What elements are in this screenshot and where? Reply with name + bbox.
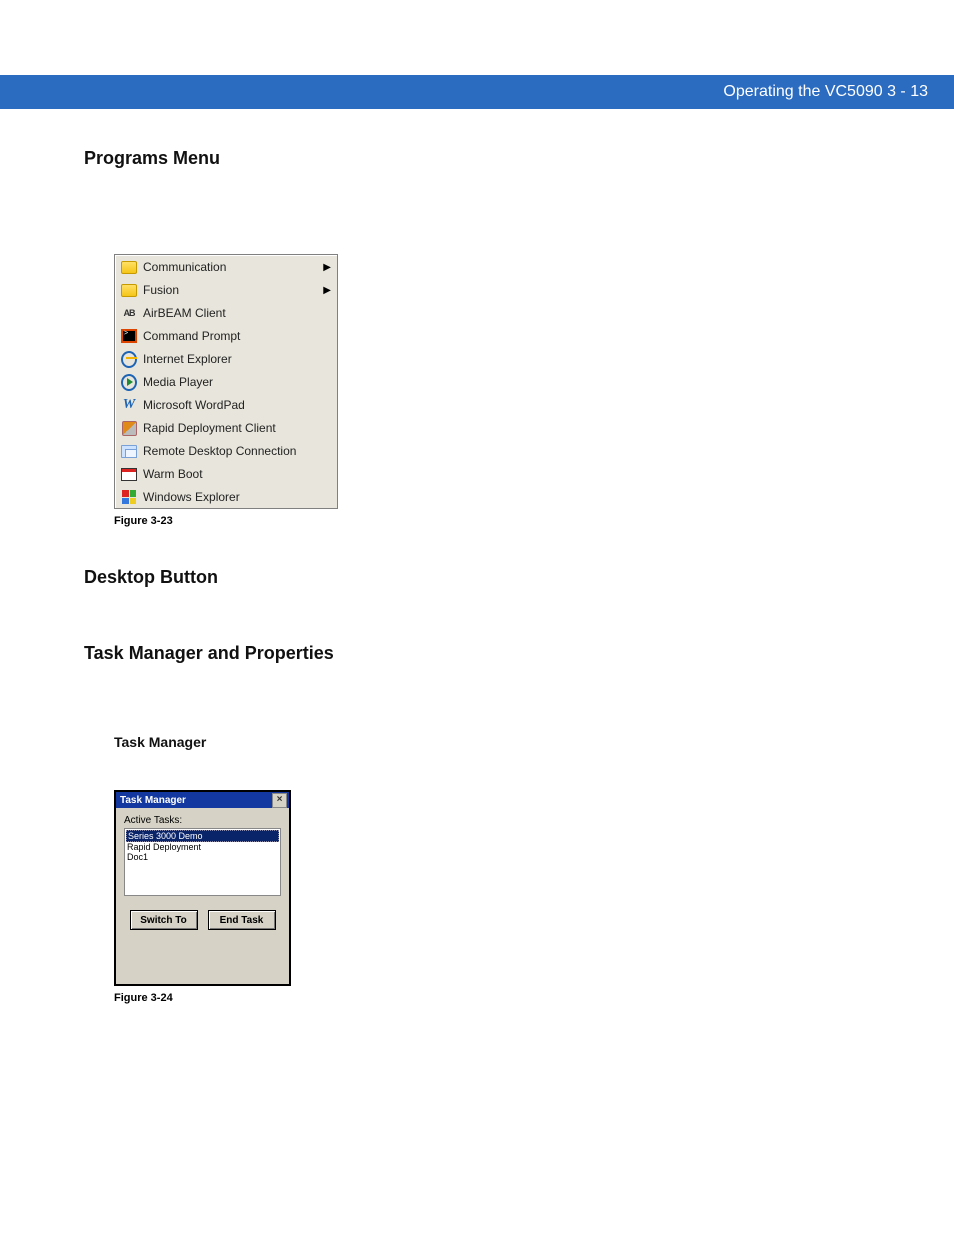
command-prompt-icon [121, 328, 137, 344]
task-manager-properties-heading: Task Manager and Properties [84, 643, 894, 664]
programs-menu-item[interactable]: Warm Boot [115, 462, 337, 485]
programs-menu-item[interactable]: Command Prompt [115, 324, 337, 347]
remote-desktop-icon [121, 443, 137, 459]
desktop-button-heading: Desktop Button [84, 567, 894, 588]
programs-menu-item-label: Microsoft WordPad [143, 398, 245, 412]
programs-menu-item-label: Warm Boot [143, 467, 203, 481]
task-list-item[interactable]: Rapid Deployment [126, 842, 279, 852]
task-manager-window: Task Manager × Active Tasks: Series 3000… [114, 790, 291, 986]
task-manager-figure: Task Manager × Active Tasks: Series 3000… [114, 790, 894, 1004]
windows-explorer-icon [121, 489, 137, 505]
programs-menu-item-label: Media Player [143, 375, 213, 389]
rapid-deployment-icon [121, 420, 137, 436]
active-tasks-list[interactable]: Series 3000 DemoRapid DeploymentDoc1 [124, 828, 281, 896]
programs-menu-heading: Programs Menu [84, 148, 894, 169]
programs-menu-item[interactable]: Windows Explorer [115, 485, 337, 508]
programs-menu-item[interactable]: Rapid Deployment Client [115, 416, 337, 439]
task-manager-title-text: Task Manager [120, 795, 186, 806]
figure-3-23-caption: Figure 3-23 [114, 515, 894, 527]
page-header-text: Operating the VC5090 3 - 13 [723, 83, 928, 101]
programs-menu-item-label: Internet Explorer [143, 352, 232, 366]
task-manager-titlebar[interactable]: Task Manager × [116, 792, 289, 808]
active-tasks-label: Active Tasks: [124, 815, 281, 826]
task-manager-buttons: Switch To End Task [124, 910, 281, 930]
task-manager-subheading: Task Manager [114, 734, 894, 750]
programs-menu-item[interactable]: AB AirBEAM Client [115, 301, 337, 324]
chevron-right-icon: ▶ [323, 262, 331, 273]
programs-menu-item-label: AirBEAM Client [143, 306, 226, 320]
programs-menu-item-label: Communication [143, 260, 226, 274]
wordpad-icon: W [121, 397, 137, 413]
programs-menu-item[interactable]: Communication ▶ [115, 255, 337, 278]
media-player-icon [121, 374, 137, 390]
warm-boot-icon [121, 466, 137, 482]
folder-icon [121, 282, 137, 298]
end-task-button[interactable]: End Task [208, 910, 276, 930]
programs-menu-item[interactable]: Remote Desktop Connection [115, 439, 337, 462]
task-manager-body: Active Tasks: Series 3000 DemoRapid Depl… [116, 808, 289, 984]
airbeam-icon: AB [121, 305, 137, 321]
programs-menu-item[interactable]: Internet Explorer [115, 347, 337, 370]
task-list-item[interactable]: Series 3000 Demo [126, 830, 279, 842]
internet-explorer-icon [121, 351, 137, 367]
close-icon[interactable]: × [272, 793, 287, 808]
programs-menu-item[interactable]: Fusion ▶ [115, 278, 337, 301]
page-header-band: Operating the VC5090 3 - 13 [0, 75, 954, 109]
switch-to-button[interactable]: Switch To [130, 910, 198, 930]
document-page: Operating the VC5090 3 - 13 Programs Men… [0, 0, 954, 1235]
programs-menu: Communication ▶ Fusion ▶ AB AirBEAM Client Com… [114, 254, 338, 509]
folder-icon [121, 259, 137, 275]
programs-menu-item-label: Fusion [143, 283, 179, 297]
programs-menu-item-label: Command Prompt [143, 329, 240, 343]
figure-3-24-caption: Figure 3-24 [114, 992, 894, 1004]
programs-menu-item-label: Windows Explorer [143, 490, 240, 504]
task-list-item[interactable]: Doc1 [126, 852, 279, 862]
chevron-right-icon: ▶ [323, 285, 331, 296]
programs-menu-item-label: Remote Desktop Connection [143, 444, 296, 458]
programs-menu-item[interactable]: Media Player [115, 370, 337, 393]
content-area: Programs Menu Communication ▶ Fusion ▶ AB Air… [84, 148, 894, 1004]
programs-menu-item-label: Rapid Deployment Client [143, 421, 276, 435]
programs-menu-item[interactable]: W Microsoft WordPad [115, 393, 337, 416]
